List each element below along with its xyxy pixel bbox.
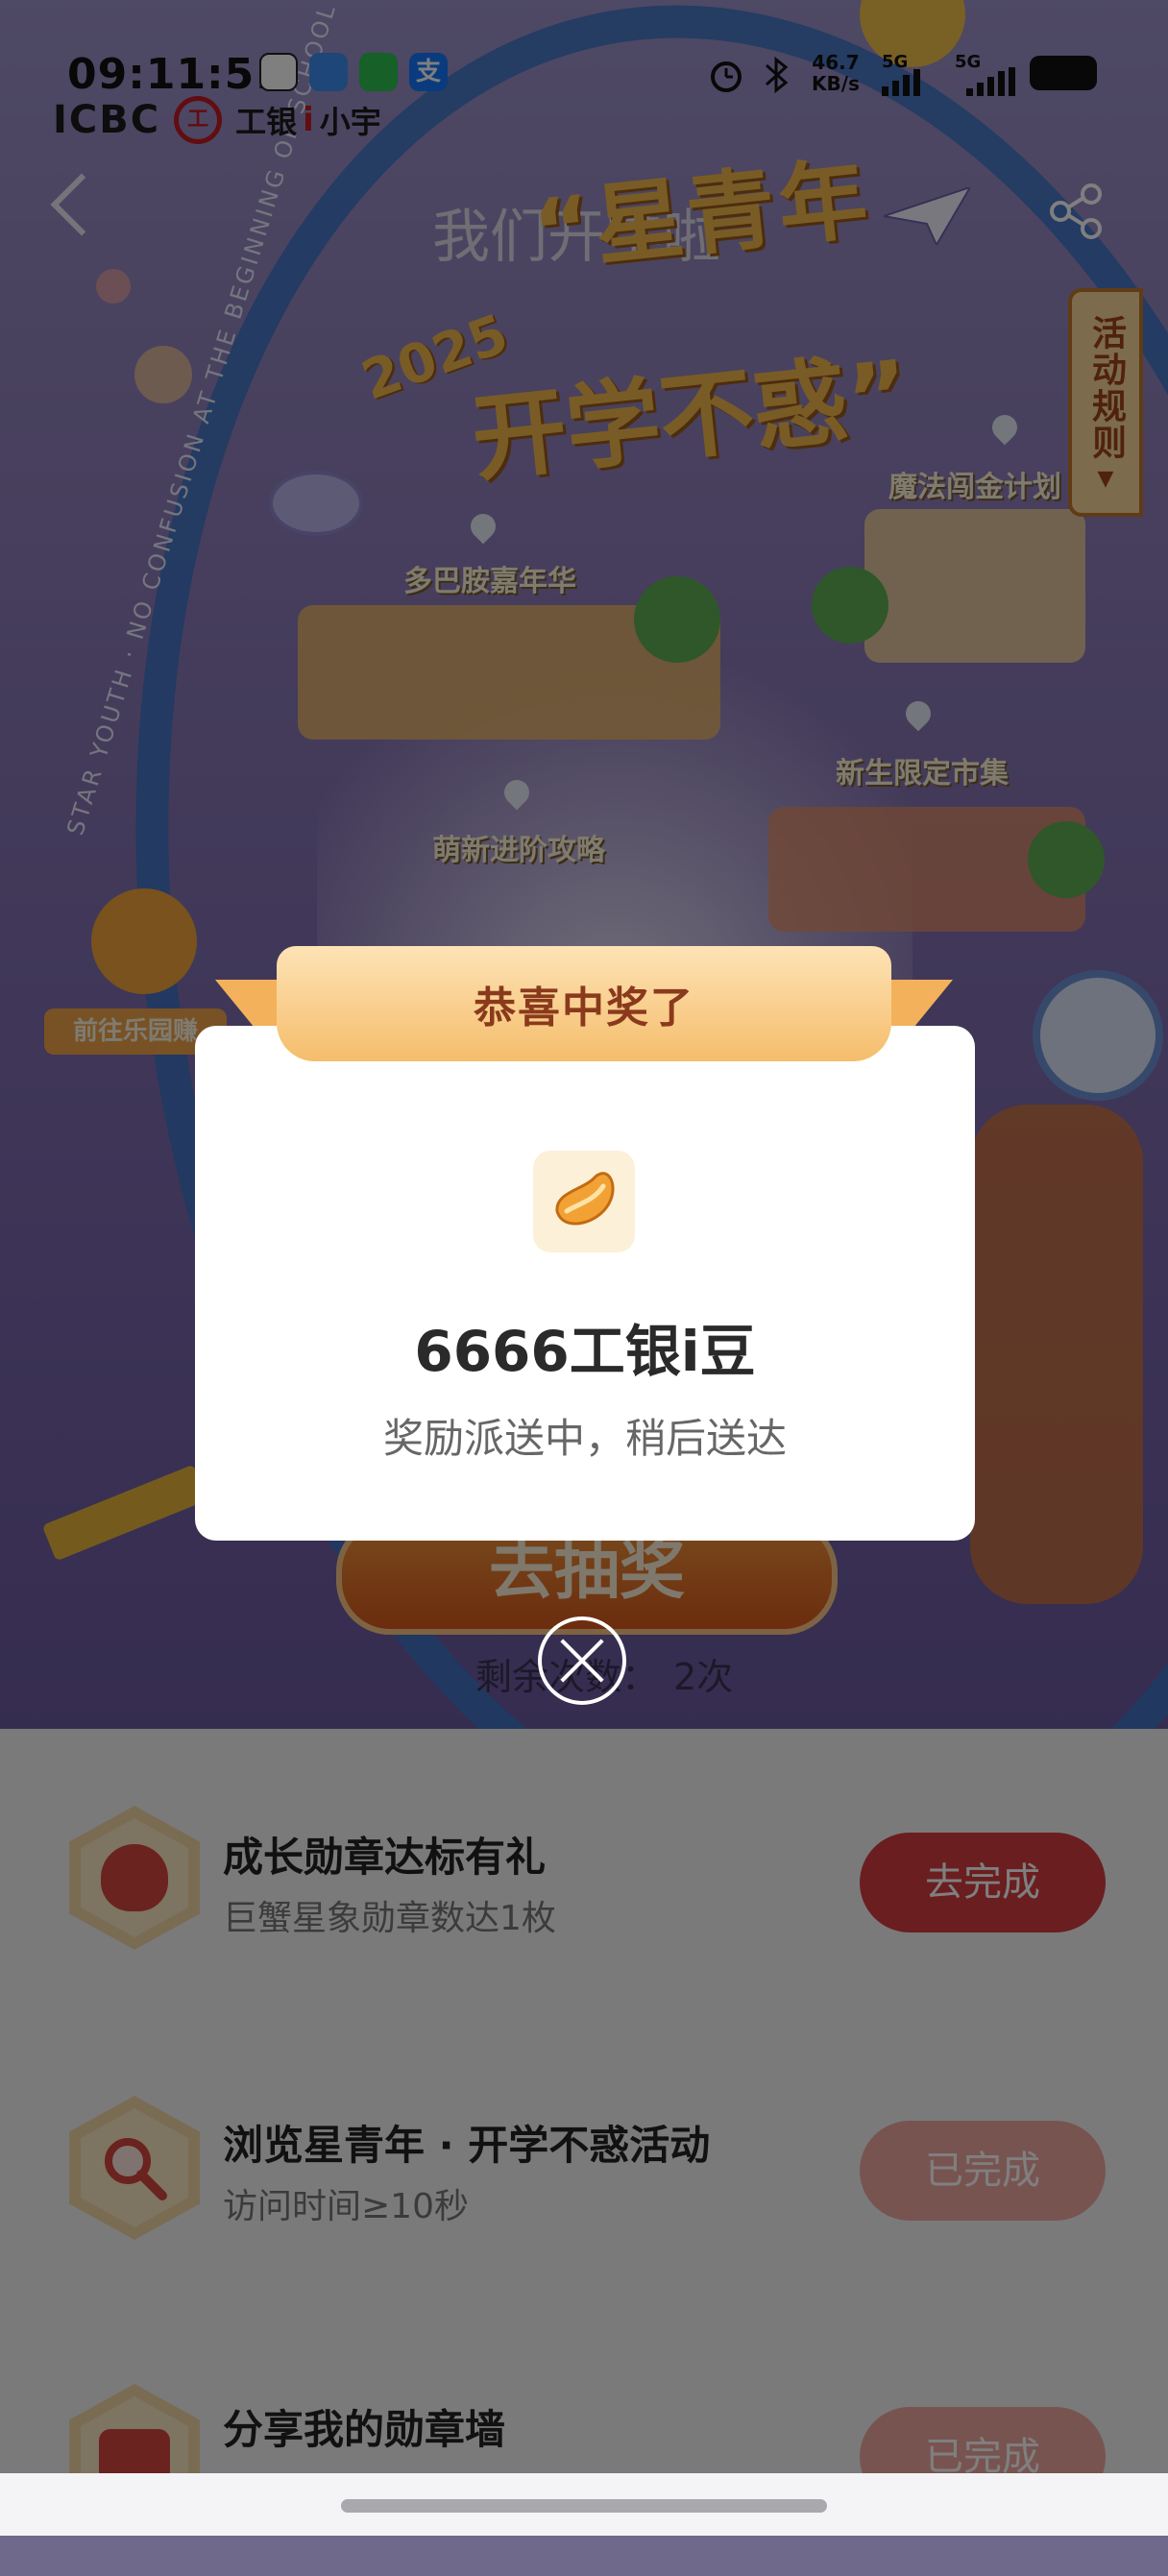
prize-ribbon-title: 恭喜中奖了 <box>474 984 694 1033</box>
prize-icon <box>533 1151 635 1252</box>
prize-name: 6666工银i豆 <box>414 1319 756 1384</box>
close-modal-button[interactable] <box>538 1616 626 1705</box>
prize-ribbon: 恭喜中奖了 <box>277 946 891 1061</box>
home-indicator[interactable] <box>341 2499 827 2513</box>
prize-message: 奖励派送中，稍后送达 <box>382 1415 787 1462</box>
bean-icon <box>555 1172 615 1226</box>
